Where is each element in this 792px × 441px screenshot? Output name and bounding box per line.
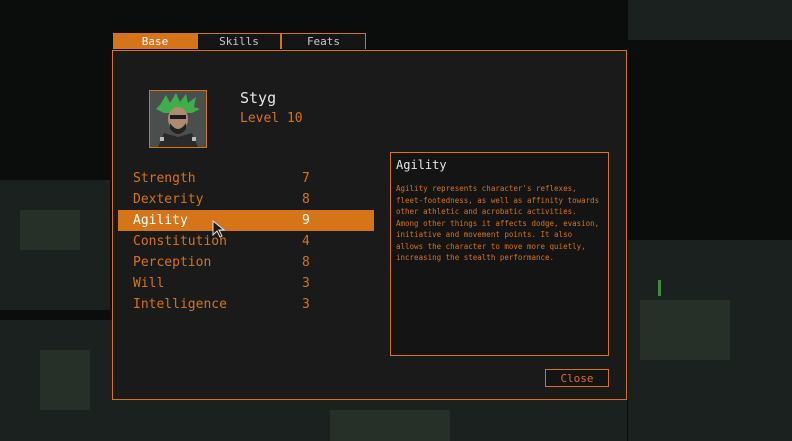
attribute-label: Will (133, 276, 165, 291)
attribute-list: Strength 7 Dexterity 8 Agility 9 Constit… (118, 168, 374, 315)
attribute-label: Strength (133, 171, 196, 186)
attribute-row-dexterity[interactable]: Dexterity 8 (118, 189, 374, 210)
attribute-row-will[interactable]: Will 3 (118, 273, 374, 294)
character-level: Level 10 (240, 111, 303, 126)
attribute-label: Agility (133, 213, 188, 228)
attribute-description-box: Agility Agility represents character's r… (390, 152, 609, 356)
character-name: Styg (240, 89, 277, 107)
description-text: Agility represents character's reflexes,… (396, 184, 600, 262)
tab-skills[interactable]: Skills (197, 33, 281, 49)
tab-feats[interactable]: Feats (281, 33, 366, 49)
attribute-row-strength[interactable]: Strength 7 (118, 168, 374, 189)
close-button[interactable]: Close (545, 369, 609, 387)
description-title: Agility (396, 158, 447, 172)
attribute-row-perception[interactable]: Perception 8 (118, 252, 374, 273)
attribute-row-constitution[interactable]: Constitution 4 (118, 231, 374, 252)
attribute-value: 3 (302, 276, 310, 291)
character-portrait (149, 90, 207, 148)
attribute-value: 8 (302, 192, 310, 207)
attribute-row-agility[interactable]: Agility 9 (118, 210, 374, 231)
attribute-label: Intelligence (133, 297, 227, 312)
tab-base[interactable]: Base (113, 33, 197, 49)
attribute-label: Perception (133, 255, 212, 270)
attribute-value: 9 (302, 213, 310, 228)
portrait-icon (150, 91, 206, 147)
mouse-pointer-icon (212, 220, 226, 238)
attribute-value: 3 (302, 297, 310, 312)
character-sheet-panel: Styg Level 10 Strength 7 Dexterity 8 Agi… (112, 50, 627, 400)
attribute-value: 4 (302, 234, 310, 249)
attribute-label: Dexterity (133, 192, 204, 207)
attribute-row-intelligence[interactable]: Intelligence 3 (118, 294, 374, 315)
attribute-value: 8 (302, 255, 310, 270)
attribute-value: 7 (302, 171, 310, 186)
